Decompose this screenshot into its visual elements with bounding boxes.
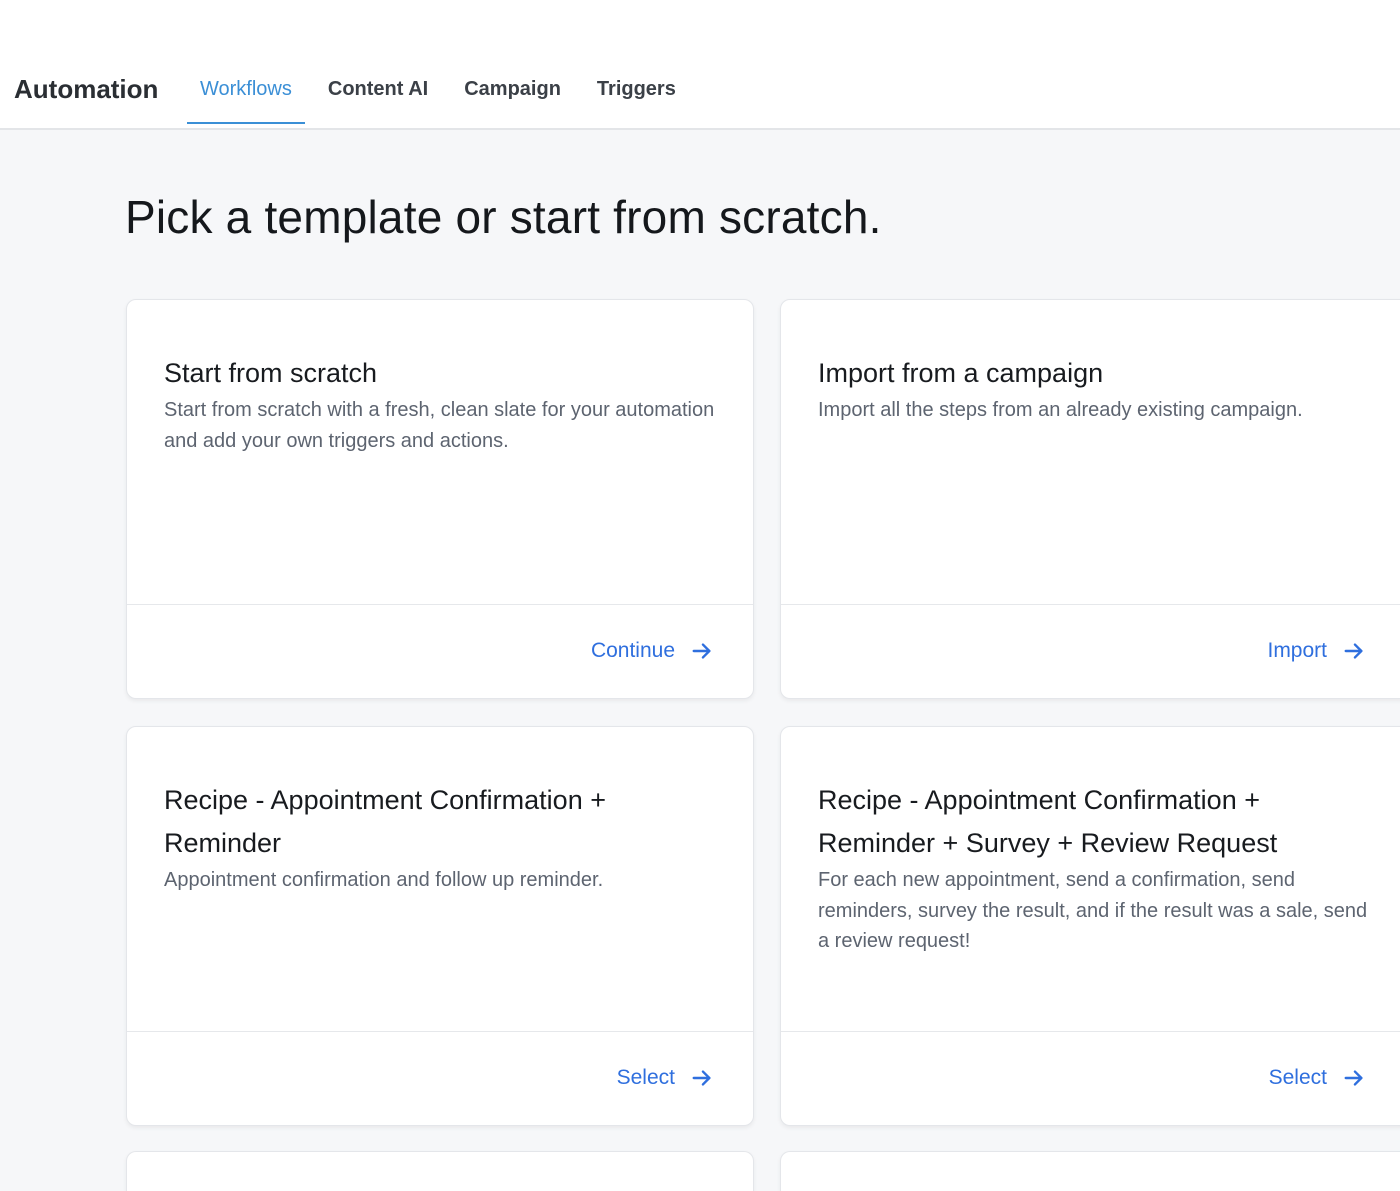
select-label: Select bbox=[1268, 1066, 1327, 1089]
card-body: Start from scratch Start from scratch wi… bbox=[164, 352, 723, 456]
card-body: Recipe - Appointment Confirmation + Remi… bbox=[164, 779, 723, 896]
card-footer: Import bbox=[781, 604, 1400, 698]
arrow-right-icon bbox=[692, 1070, 711, 1086]
select-button[interactable]: Select bbox=[617, 1066, 713, 1090]
card-title: Start from scratch bbox=[164, 358, 378, 388]
arrow-right-icon bbox=[1344, 643, 1363, 659]
arrow-right-icon bbox=[692, 643, 711, 659]
tab-workflows[interactable]: Workflows bbox=[187, 60, 305, 124]
arrow-right-icon bbox=[1344, 1070, 1363, 1086]
continue-button[interactable]: Continue bbox=[591, 639, 713, 663]
template-card-start-from-scratch[interactable]: Start from scratch Start from scratch wi… bbox=[126, 299, 754, 699]
select-label: Select bbox=[616, 1066, 675, 1089]
top-bar: Automation Workflows Content AI Campaign… bbox=[0, 0, 1400, 130]
card-body: Recipe - Appointment Confirmation + Remi… bbox=[818, 779, 1379, 957]
page-heading: Pick a template or start from scratch. bbox=[125, 191, 882, 243]
template-card-partial[interactable] bbox=[780, 1151, 1400, 1191]
card-description: Start from scratch with a fresh, clean s… bbox=[164, 399, 715, 452]
continue-label: Continue bbox=[590, 639, 675, 662]
card-title: Recipe - Appointment Confirmation + Remi… bbox=[818, 785, 1278, 858]
tab-content-ai[interactable]: Content AI bbox=[315, 60, 441, 124]
app-title: Automation bbox=[14, 74, 159, 104]
card-description: Appointment confirmation and follow up r… bbox=[164, 869, 604, 891]
template-card-import-campaign[interactable]: Import from a campaign Import all the st… bbox=[780, 299, 1400, 699]
template-card-appointment-review[interactable]: Recipe - Appointment Confirmation + Remi… bbox=[780, 726, 1400, 1126]
template-card-appointment-reminder[interactable]: Recipe - Appointment Confirmation + Remi… bbox=[126, 726, 754, 1126]
import-label: Import bbox=[1267, 639, 1327, 662]
card-footer: Select bbox=[127, 1031, 753, 1125]
tab-triggers[interactable]: Triggers bbox=[584, 60, 689, 124]
tab-bar: Workflows Content AI Campaign Triggers bbox=[187, 60, 689, 126]
card-title: Import from a campaign bbox=[818, 358, 1104, 388]
card-body: Import from a campaign Import all the st… bbox=[818, 352, 1389, 426]
card-title: Recipe - Appointment Confirmation + Remi… bbox=[164, 785, 606, 858]
import-button[interactable]: Import bbox=[1267, 639, 1365, 663]
card-description: For each new appointment, send a confirm… bbox=[818, 869, 1368, 952]
card-footer: Continue bbox=[127, 604, 753, 698]
tab-campaign[interactable]: Campaign bbox=[451, 60, 574, 124]
card-description: Import all the steps from an already exi… bbox=[818, 399, 1303, 421]
card-footer: Select bbox=[781, 1031, 1400, 1125]
select-button[interactable]: Select bbox=[1269, 1066, 1365, 1090]
template-card-partial[interactable] bbox=[126, 1151, 754, 1191]
